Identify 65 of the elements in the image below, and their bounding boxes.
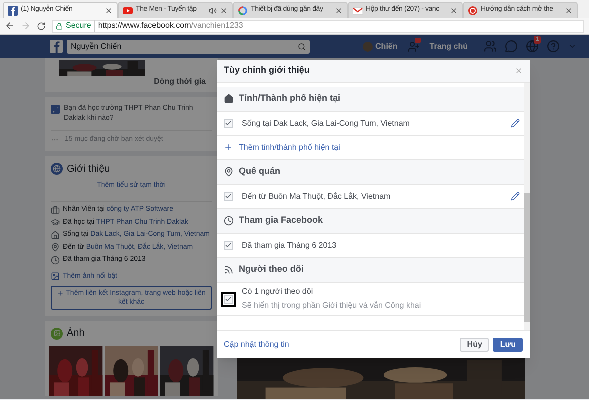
image-icon	[51, 272, 60, 282]
close-icon[interactable]	[335, 6, 343, 14]
facebook-logo-icon[interactable]	[50, 40, 63, 53]
back-icon[interactable]	[5, 21, 15, 31]
save-button[interactable]: Lưu	[493, 338, 523, 352]
clock-icon	[224, 216, 234, 226]
edit-icon[interactable]	[511, 119, 520, 128]
section-header: Quê quán	[217, 160, 524, 185]
update-info-link[interactable]: Cập nhật thông tin	[224, 338, 456, 350]
item-text: Sống tại Dak Lack, Gia Lai-Cong Tum, Vietnam	[242, 118, 411, 130]
search-value: Nguyễn Chiến	[71, 40, 123, 52]
photo-icon	[51, 328, 63, 340]
map-pin-icon	[224, 167, 234, 177]
graduation-cap-icon	[51, 218, 60, 228]
play-logo-icon	[123, 6, 133, 16]
scrollbar[interactable]	[524, 83, 530, 330]
plus-icon	[224, 143, 233, 152]
intro-title: Giới thiệu	[67, 162, 110, 176]
facebook-logo-icon	[8, 6, 18, 16]
reload-icon[interactable]	[37, 22, 46, 30]
multicolor-ring-icon	[238, 6, 248, 16]
lock-icon	[56, 22, 63, 30]
photos-title: Ảnh	[67, 326, 85, 341]
map-pin-icon	[51, 243, 60, 252]
cancel-button[interactable]: Hủy	[460, 338, 490, 352]
circle-logo-icon	[468, 6, 478, 16]
item-subtext: Sẽ hiển thị trong phần Giới thiệu và vẫn Công khai	[242, 300, 422, 312]
envelope-icon	[353, 6, 363, 16]
close-icon[interactable]	[565, 6, 573, 14]
globe-icon	[51, 163, 63, 175]
url-text: https://www.facebook.com/vanchien1233	[98, 20, 244, 32]
close-icon[interactable]	[450, 6, 458, 14]
check-icon	[225, 242, 232, 249]
pencil-icon	[51, 105, 60, 114]
dialog-title: Tùy chỉnh giới thiệu	[224, 64, 311, 78]
clock-icon	[51, 256, 60, 265]
timeline-tab[interactable]: Dòng thời gia	[154, 76, 206, 88]
section-header: Tham gia Facebook	[217, 209, 524, 234]
check-icon	[225, 296, 232, 302]
home-icon	[224, 94, 234, 104]
address-field[interactable]: Secure https://www.facebook.com/vanchien1233	[52, 20, 584, 32]
close-icon[interactable]	[105, 6, 113, 14]
checkbox[interactable]	[224, 241, 233, 250]
checkbox[interactable]	[224, 192, 233, 201]
home-icon	[51, 230, 60, 240]
item-text: Có 1 người theo dõi	[242, 286, 314, 298]
check-icon	[225, 120, 232, 127]
profile-link[interactable]: Chiến	[376, 40, 398, 52]
search-icon[interactable]	[298, 42, 306, 50]
plus-icon	[57, 290, 64, 297]
item-text: Đến từ Buôn Ma Thuột, Đắc Lắk, Vietnam	[242, 190, 392, 202]
security-label: Secure	[66, 20, 96, 32]
close-icon[interactable]	[220, 6, 228, 14]
checkbox[interactable]	[224, 294, 233, 304]
item-text: Đã tham gia Tháng 6 2013	[242, 240, 338, 252]
section-header: Tỉnh/Thành phố hiện tại	[217, 87, 524, 112]
edit-icon[interactable]	[511, 192, 520, 201]
section-header: Người theo dõi	[217, 258, 524, 283]
briefcase-icon	[51, 206, 60, 215]
home-link[interactable]: Trang chủ	[430, 40, 468, 52]
checkbox[interactable]	[224, 119, 233, 128]
add-link[interactable]: Thêm tỉnh/thành phố hiện tại	[239, 142, 340, 154]
feed-icon	[224, 265, 234, 275]
check-icon	[225, 193, 232, 200]
search-field[interactable]: Nguyễn Chiến	[67, 40, 310, 54]
